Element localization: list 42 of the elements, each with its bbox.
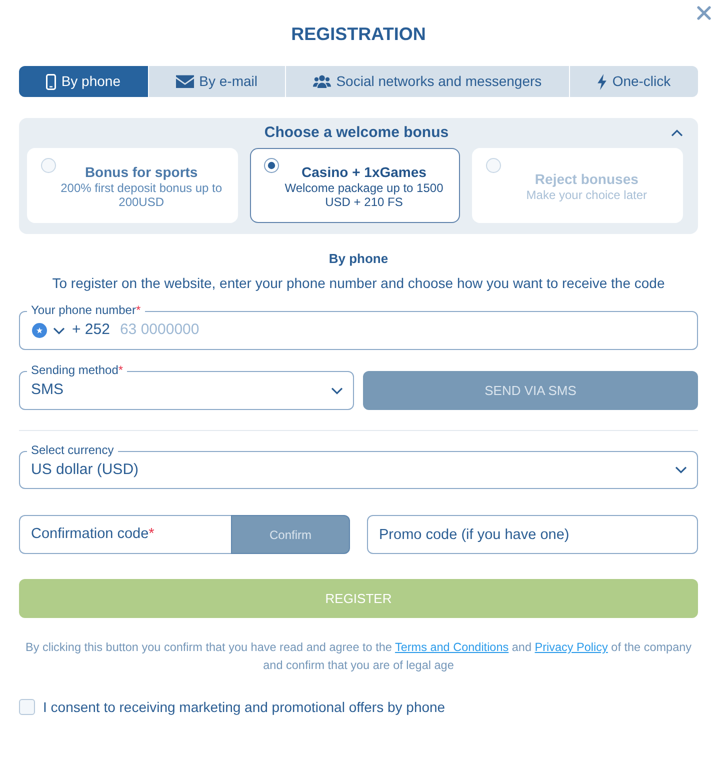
promo-code-input[interactable]: Promo code (if you have one) [367,515,698,554]
field-label: Select currency [27,443,118,457]
section-heading: By phone [328,250,390,268]
tab[interactable]: By e-mail [148,66,285,97]
close-icon[interactable] [697,6,711,20]
dial-code: + 252 [72,320,110,340]
bonus-title: Reject bonuses [534,170,640,188]
bonus-title: Bonus for sports [84,162,199,180]
chevron-down-icon [53,326,65,334]
bonus-title: Casino + 1xGames [300,162,428,180]
lightning-icon [597,74,608,90]
radio-button-icon[interactable] [41,158,56,173]
consent-label: I consent to receiving marketing and promotional offers by phone [43,698,446,716]
confirmation-code-field[interactable]: Confirmation code* [19,515,231,554]
bonus-option-card[interactable]: Bonus for sports 200% first deposit bonus up to 200USD [27,148,238,223]
field-label: Sending method* [27,363,128,377]
bonus-description: 200% first deposit bonus up to 200USD [60,180,223,208]
radio-button-icon[interactable] [264,158,279,173]
instruction-text: To register on the website, enter your phone number and choose how you want to receive the code [51,274,666,293]
bonus-option-card[interactable]: Casino + 1xGames Welcome package up to 1500 USD + 210 FS [250,148,460,223]
radio-button-icon[interactable] [486,158,502,173]
policy-link[interactable]: Privacy Policy [534,641,608,654]
flag-icon [32,323,47,338]
country-code-button[interactable] [32,323,65,338]
tab[interactable]: Social networks and messengers [286,66,569,97]
phone-icon [46,74,56,90]
chevron-down-icon [331,386,343,394]
tab[interactable]: By phone [19,66,148,97]
chevron-down-icon [675,466,687,474]
phone-number-input[interactable]: 63 0000000 [118,318,697,343]
panel-title: Choose a welcome bonus [263,123,450,143]
chevron-up-icon[interactable] [671,129,683,137]
bonus-description: Welcome package up to 1500 USD + 210 FS [284,180,444,208]
bonus-description: Make your choice later [525,188,648,202]
people-icon [313,75,332,88]
field-label: Your phone number* [27,303,145,317]
consent-checkbox[interactable] [19,699,35,715]
terms-text: By clicking this button you confirm that you have read and agree to the Terms and Conditions and Privacy Policy of the company and confirm that you are of legal age [24,640,693,674]
dialog-title: REGISTRATION [290,23,427,45]
envelope-icon [176,75,194,88]
policy-link[interactable]: Terms and Conditions [394,641,509,654]
tab[interactable]: One-click [570,66,698,97]
